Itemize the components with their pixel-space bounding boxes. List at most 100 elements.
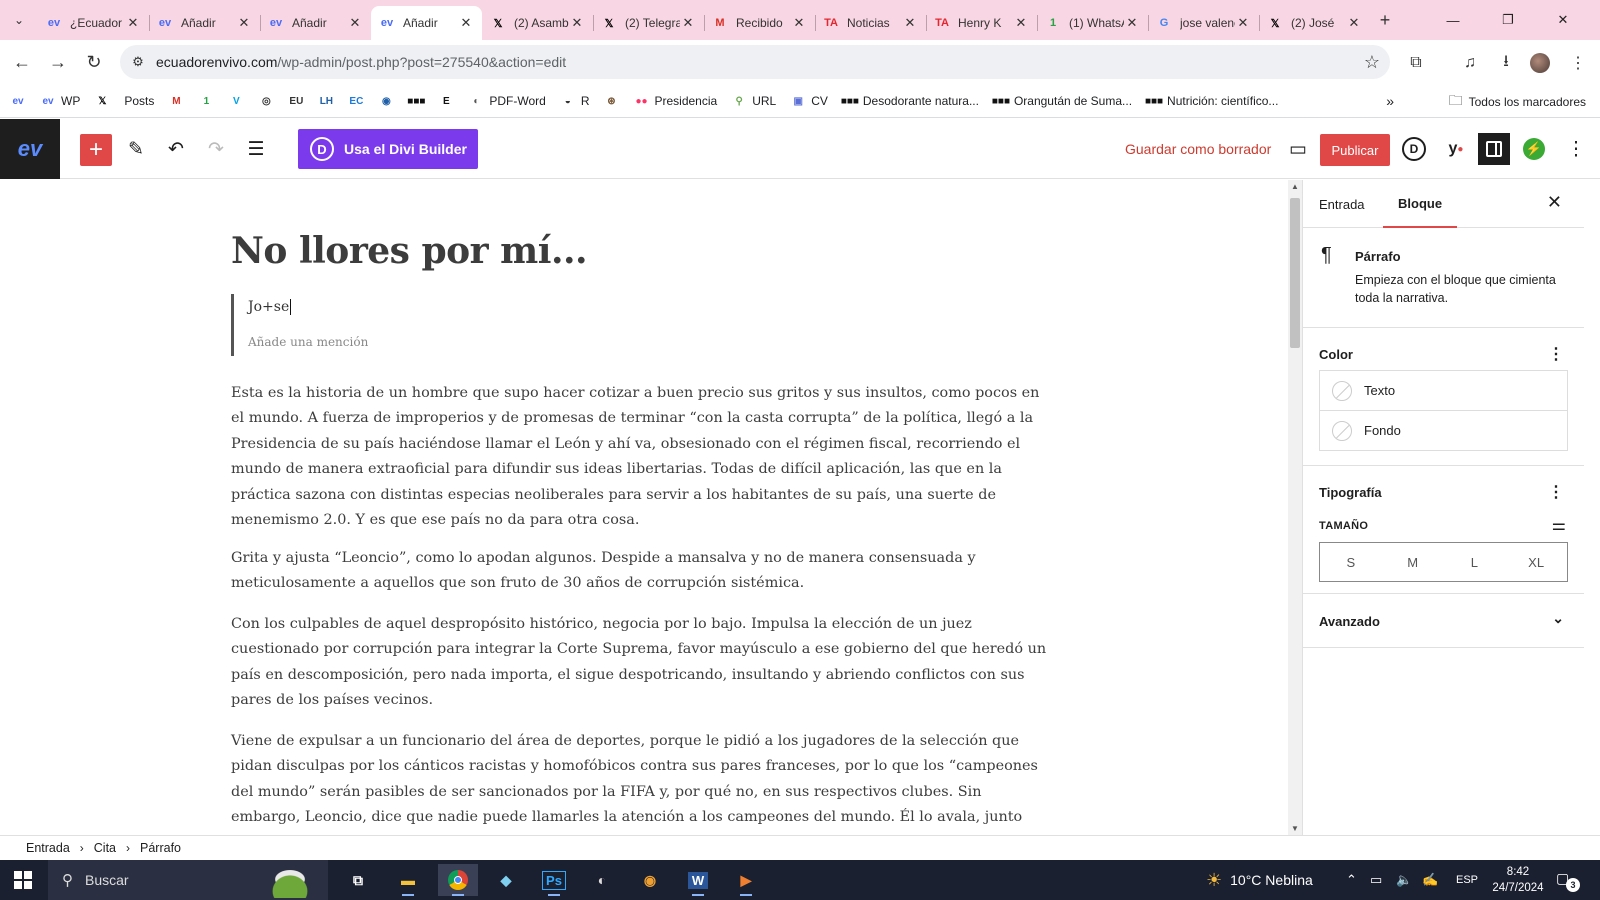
tab-close-icon[interactable]: ✕ <box>791 15 807 31</box>
tab-close-icon[interactable]: ✕ <box>236 15 252 31</box>
restore-icon[interactable]: ❐ <box>1485 0 1531 40</box>
bookmarks-overflow-icon[interactable]: » <box>1386 93 1394 109</box>
background-color-option[interactable]: Fondo <box>1319 410 1568 451</box>
browser-app-icon[interactable]: ◉ <box>630 864 670 896</box>
bookmark-item[interactable]: ⚲ URL <box>731 93 777 109</box>
quote-block[interactable]: Jo+se Añade una mención <box>231 294 1051 356</box>
bookmark-item[interactable]: ev WP <box>40 93 80 109</box>
tab-close-icon[interactable]: ✕ <box>1235 15 1251 31</box>
edit-tools-pencil-icon[interactable]: ✎ <box>120 133 152 165</box>
bookmark-item[interactable]: Posts <box>124 94 154 108</box>
browser-tab[interactable]: Gjose valencia✕ <box>1148 6 1259 40</box>
chrome-icon[interactable] <box>438 864 478 896</box>
tab-close-icon[interactable]: ✕ <box>458 15 474 31</box>
yoast-seo-icon[interactable]: y ● <box>1440 133 1472 165</box>
taskbar-search-box[interactable]: ⚲ Buscar <box>48 860 328 900</box>
battery-icon[interactable]: ▭ <box>1370 860 1382 900</box>
bookmark-item[interactable]: ⊛ <box>603 93 619 109</box>
bookmark-item[interactable]: V <box>228 93 244 109</box>
scrollbar-thumb[interactable] <box>1290 198 1300 348</box>
bookmark-item[interactable]: ▣ CV <box>790 93 827 109</box>
word-icon[interactable]: W <box>678 864 718 896</box>
tab-close-icon[interactable]: ✕ <box>569 15 585 31</box>
browser-tab[interactable]: ev Añadir ✕ <box>149 6 260 40</box>
options-kebab-icon[interactable]: ⋮ <box>1560 133 1592 165</box>
canvas-scrollbar[interactable]: ▲ ▼ <box>1288 180 1302 835</box>
bookmark-item[interactable]: ●● Presidencia <box>633 93 717 109</box>
back-arrow-icon[interactable]: ← <box>8 48 36 76</box>
photoshop-icon[interactable]: Ps <box>534 864 574 896</box>
browser-tab[interactable]: TA Noticias ✕ <box>815 6 926 40</box>
settings-sidebar-toggle-icon[interactable] <box>1478 133 1510 165</box>
custom-size-sliders-icon[interactable]: ⚌ <box>1552 515 1566 535</box>
bookmark-item[interactable]: ■■■ Desodorante natura... <box>841 93 979 109</box>
breadcrumb-item[interactable]: Cita <box>94 841 116 855</box>
language-indicator[interactable]: ESP <box>1456 860 1478 900</box>
forward-arrow-icon[interactable]: → <box>44 48 72 76</box>
bookmark-item[interactable]: ◉ <box>378 93 394 109</box>
bookmark-item[interactable]: EC <box>348 93 364 109</box>
tab-close-icon[interactable]: ✕ <box>680 15 696 31</box>
bookmark-item[interactable]: 1 <box>198 93 214 109</box>
breadcrumb-item[interactable]: Entrada <box>26 841 70 855</box>
size-option-l[interactable]: L <box>1444 543 1506 581</box>
typography-options-kebab-icon[interactable]: ⋮ <box>1548 482 1564 502</box>
media-player-icon[interactable]: ▶ <box>726 864 766 896</box>
tab-block[interactable]: Bloque <box>1383 180 1458 228</box>
paragraph-block[interactable]: Viene de expulsar a un funcionario del á… <box>231 729 1051 835</box>
profile-avatar[interactable] <box>1530 53 1550 73</box>
browser-tab[interactable]: 𝕏 (2) Telegram✕ <box>593 6 704 40</box>
bookmark-item[interactable]: ■■■ <box>407 93 425 109</box>
paragraph-block[interactable]: Con los culpables de aquel despropósito … <box>231 612 1051 714</box>
bookmark-item[interactable]: EU <box>288 93 304 109</box>
extensions-puzzle-icon[interactable]: ⧉ <box>1403 50 1429 76</box>
browser-tab[interactable]: ev Añadir ✕ <box>371 6 482 40</box>
divi-d-icon[interactable]: D <box>1402 137 1426 161</box>
block-inserter-plus-button[interactable]: + <box>80 134 112 166</box>
browser-tab[interactable]: 1 (1) WhatsApp✕ <box>1037 6 1148 40</box>
bookmark-star-icon[interactable]: ☆ <box>1354 52 1390 73</box>
bookmark-item[interactable]: 𝕏 <box>94 93 110 109</box>
tab-close-icon[interactable]: ✕ <box>347 15 363 31</box>
pen-icon[interactable]: ✍ <box>1422 860 1438 900</box>
browser-tab[interactable]: M Recibido ✕ <box>704 6 815 40</box>
site-logo[interactable]: ev <box>0 119 60 179</box>
breadcrumb-item[interactable]: Párrafo <box>140 841 181 855</box>
size-option-xl[interactable]: XL <box>1505 543 1567 581</box>
preview-laptop-icon[interactable]: ▭ <box>1282 133 1314 165</box>
bookmark-item[interactable]: M <box>168 93 184 109</box>
system-clock[interactable]: 8:42 24/7/2024 <box>1488 864 1548 896</box>
volume-icon[interactable]: 🔈 <box>1396 860 1412 900</box>
reload-icon[interactable]: ↻ <box>80 48 108 76</box>
download-icon[interactable]: ⭳ <box>1493 50 1519 76</box>
size-option-s[interactable]: S <box>1320 543 1382 581</box>
tab-close-icon[interactable]: ✕ <box>1346 15 1362 31</box>
site-info-icon[interactable]: ⚙ <box>120 54 156 70</box>
bookmark-item[interactable]: ev <box>10 93 26 109</box>
tab-close-icon[interactable]: ✕ <box>1124 15 1140 31</box>
save-draft-button[interactable]: Guardar como borrador <box>1125 141 1271 157</box>
browser-tab[interactable]: ev ¿Ecuador ✕ <box>38 6 149 40</box>
bookmark-item[interactable]: ◒ R <box>560 93 590 109</box>
tab-post[interactable]: Entrada <box>1319 180 1365 228</box>
quote-citation-placeholder[interactable]: Añade una mención <box>248 335 1051 349</box>
browser-tab[interactable]: 𝕏 (2) José ✕ <box>1259 6 1370 40</box>
undo-icon[interactable]: ↶ <box>160 133 192 165</box>
size-option-m[interactable]: M <box>1382 543 1444 581</box>
tab-search-chevron-icon[interactable]: ⌄ <box>0 0 38 40</box>
text-color-option[interactable]: Texto <box>1319 370 1568 411</box>
close-window-icon[interactable]: ✕ <box>1540 0 1586 40</box>
divi-builder-button[interactable]: D Usa el Divi Builder <box>298 129 478 169</box>
quote-text[interactable]: Jo+se <box>248 299 1051 315</box>
browser-tab[interactable]: ev Añadir ✕ <box>260 6 371 40</box>
bookmark-item[interactable]: ■■■ Orangután de Suma... <box>992 93 1132 109</box>
tab-close-icon[interactable]: ✕ <box>1013 15 1029 31</box>
minimize-icon[interactable]: — <box>1430 0 1476 40</box>
tab-close-icon[interactable]: ✕ <box>902 15 918 31</box>
bookmark-item[interactable]: ◎ <box>258 93 274 109</box>
weather-widget[interactable]: ☀ 10°C Neblina <box>1206 860 1313 900</box>
windows-start-icon[interactable] <box>14 871 32 889</box>
publish-button[interactable]: Publicar <box>1320 134 1390 166</box>
scroll-up-arrow-icon[interactable]: ▲ <box>1288 182 1302 191</box>
bookmark-item[interactable]: ■■■ Nutrición: científico... <box>1145 93 1278 109</box>
